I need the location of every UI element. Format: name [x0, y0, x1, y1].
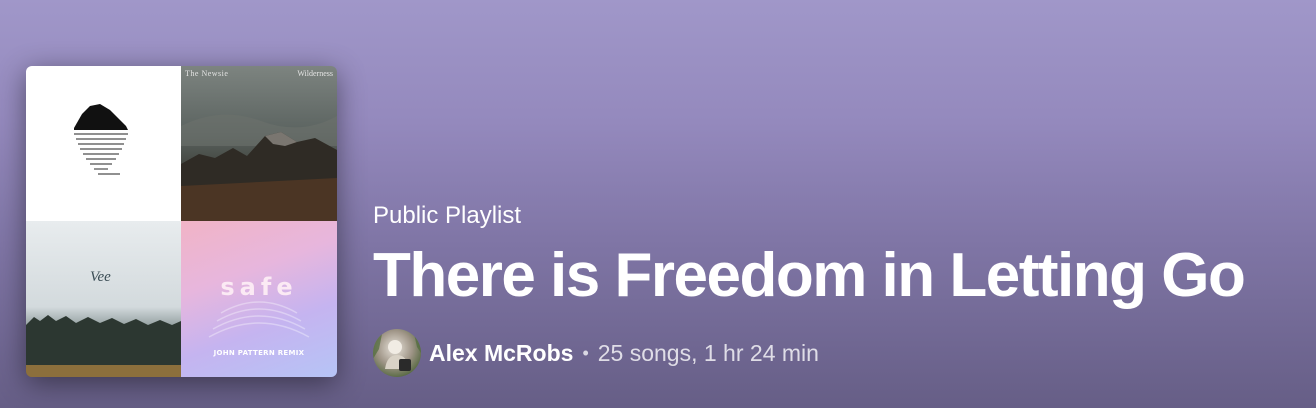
playlist-title[interactable]: There is Freedom in Letting Go	[373, 238, 1246, 314]
artwork-title-safe: safe	[220, 273, 298, 301]
island-reflection-image	[74, 104, 128, 175]
owner-avatar[interactable]	[373, 329, 421, 377]
cover-tile-mountain: The Newsie Wilderness	[181, 66, 337, 221]
foggy-forest-image	[26, 315, 181, 377]
meta-separator: •	[582, 342, 589, 363]
playlist-meta: Alex McRobs • 25 songs, 1 hr 24 min	[373, 328, 819, 378]
playlist-type-label: Public Playlist	[373, 202, 522, 229]
cover-tile-pastel: safe JOHN PATTERN REMIX	[181, 221, 337, 377]
cover-tile-foggy-forest: Vee	[26, 221, 181, 377]
artwork-caption-left: The Newsie	[185, 69, 229, 78]
owner-name-link[interactable]: Alex McRobs	[429, 340, 573, 367]
cover-tile-island	[26, 66, 181, 221]
artwork-title-vee: Vee	[90, 269, 111, 285]
playlist-stats: 25 songs, 1 hr 24 min	[597, 339, 819, 366]
mountain-image	[181, 114, 337, 221]
avatar-image	[373, 329, 421, 371]
artwork-subtitle-remix: JOHN PATTERN REMIX	[213, 349, 305, 357]
playlist-cover[interactable]: The Newsie Wilderness Vee safe JOHN PATT…	[26, 66, 337, 377]
artwork-caption-right: Wilderness	[297, 69, 333, 78]
